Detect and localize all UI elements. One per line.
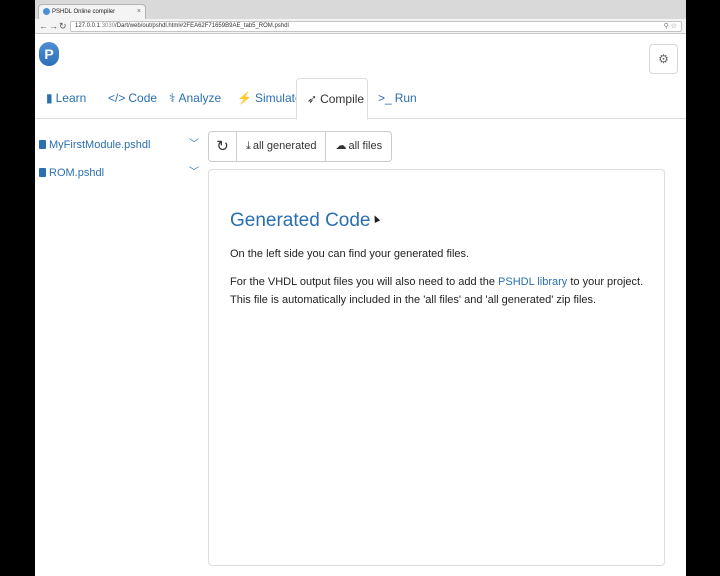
back-icon[interactable]: ← [39,20,48,32]
url-path: /Dart/web/out/pshdl.html#2FEA62F71659B9A… [115,23,289,29]
logo-letter: P [44,46,54,62]
terminal-icon: >_ [378,91,392,105]
tab-compile[interactable]: ➶ Compile [296,78,368,120]
url-port: :3030 [100,23,116,29]
paragraph-text: For the VHDL output files you will also … [230,276,499,288]
file-name: ROM.pshdl [49,167,105,179]
tab-label: Simulate [254,91,302,105]
browser-toolbar: ← → ↻ 127.0.0.1:3030/Dart/web/out/pshdl.… [35,19,686,34]
settings-button[interactable]: ⚙ [649,44,678,74]
browser-tabstrip: PSHDL Online compiler × [35,0,686,19]
sidebar-file-myfirstmodule[interactable]: MyFirstModule.pshdl ﹀ [39,136,199,154]
tab-label: Compile [320,92,365,106]
pshdl-logo[interactable]: P [39,42,59,66]
panel-paragraph: For the VHDL output files you will also … [230,273,655,309]
reload-icon[interactable]: ↻ [59,20,67,32]
chevron-down-icon[interactable]: ﹀ [189,164,199,182]
chevron-down-icon[interactable]: ﹀ [189,136,199,154]
tab-learn[interactable]: ▮ Learn [46,78,86,119]
file-icon [39,140,46,149]
close-tab-icon[interactable]: × [137,5,141,19]
file-name: MyFirstModule.pshdl [49,139,151,151]
cloud-download-icon: ☁ [335,140,347,152]
tab-run[interactable]: >_ Run [378,78,417,119]
all-files-label: all files [348,140,383,152]
panel-paragraph: On the left side you can find your gener… [230,248,470,260]
tab-label: Learn [55,91,87,105]
tab-label: Code [128,91,158,105]
url-host: 127.0.0.1 [75,23,101,29]
download-button-group: ↻ ⤓ all generated ☁ all files [208,131,393,162]
tab-analyze[interactable]: ⚕ Analyze [169,78,221,119]
address-bar[interactable]: 127.0.0.1:3030/Dart/web/out/pshdl.html#2… [70,21,682,32]
stethoscope-icon: ⚕ [169,91,176,105]
tab-label: Run [394,91,417,105]
refresh-button[interactable]: ↻ [208,131,237,162]
generated-code-panel: Generated Code On the left side you can … [208,169,665,566]
tab-code[interactable]: </> Code [108,78,157,119]
tab-simulate[interactable]: ⚡ Simulate [237,78,302,119]
all-generated-button[interactable]: ⤓ all generated [236,131,327,162]
pshdl-library-link[interactable]: PSHDL library [498,276,567,288]
browser-tab-title: PSHDL Online compiler [52,9,116,15]
download-icon: ⤓ [246,140,251,152]
sidebar-file-rom[interactable]: ROM.pshdl ﹀ [39,164,199,182]
forward-icon[interactable]: → [49,20,58,32]
rocket-icon: ➶ [307,92,318,106]
browser-tab[interactable]: PSHDL Online compiler × [38,4,146,19]
file-icon [39,168,46,177]
all-files-button[interactable]: ☁ all files [325,131,393,162]
favicon-icon [43,8,50,15]
browser-window: PSHDL Online compiler × ← → ↻ 127.0.0.1:… [35,0,686,576]
code-icon: </> [108,91,126,105]
all-generated-label: all generated [252,140,317,152]
refresh-icon: ↻ [216,138,229,155]
bolt-icon: ⚡ [237,91,252,105]
mouse-cursor-icon [371,214,381,223]
zoom-icon[interactable]: ⚲ ☆ [664,22,677,31]
main-nav-tabs: ▮ Learn </> Code ⚕ Analyze ⚡ Simulate ➶ Compi… [35,78,686,120]
tab-label: Analyze [178,91,222,105]
book-icon: ▮ [46,91,53,105]
panel-title: Generated Code [230,210,371,231]
gear-icon: ⚙ [658,52,669,66]
